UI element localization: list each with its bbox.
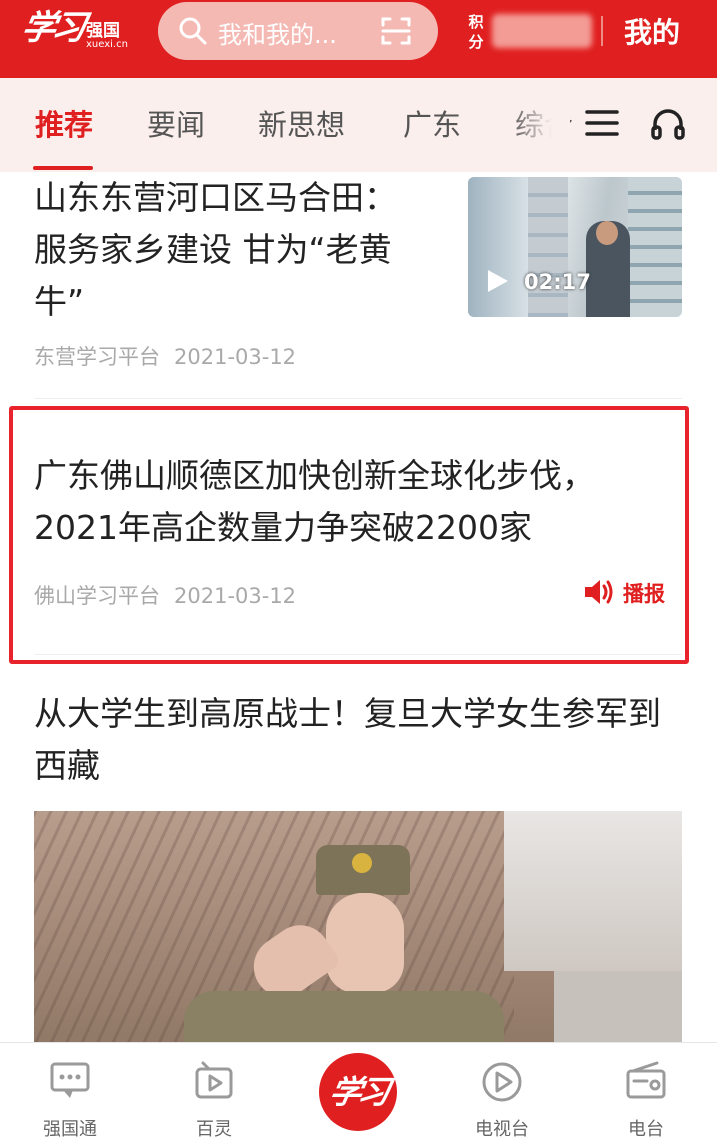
header-divider bbox=[601, 16, 603, 46]
divider bbox=[34, 398, 682, 399]
play-icon bbox=[488, 270, 508, 292]
app-logo[interactable]: 学习 强国 xuexi.cn bbox=[18, 8, 127, 50]
title-line: 从大学生到高原战士！复旦大学女生参军到 bbox=[34, 694, 661, 733]
title-line: 西藏 bbox=[34, 746, 100, 785]
article-image[interactable] bbox=[34, 811, 682, 1051]
tab-recommend[interactable]: 推荐 bbox=[35, 102, 93, 144]
logo-cn: 强国 bbox=[86, 21, 120, 41]
nav-item-tv[interactable]: 电视台 bbox=[452, 1043, 552, 1140]
title-line: 牛” bbox=[34, 282, 85, 321]
menu-icon[interactable] bbox=[585, 108, 619, 138]
nav-label: 电台 bbox=[628, 1119, 664, 1140]
nav-label: 电视台 bbox=[475, 1119, 529, 1140]
article-meta: 东营学习平台 2021-03-12 bbox=[34, 341, 310, 371]
nav-label: 百灵 bbox=[196, 1119, 232, 1140]
nav-label: 强国通 bbox=[43, 1119, 97, 1140]
xuexi-center-button[interactable]: 学习 bbox=[319, 1053, 397, 1131]
tabs-fade bbox=[510, 78, 570, 172]
chat-icon bbox=[50, 1062, 90, 1098]
radio-icon bbox=[626, 1061, 666, 1099]
search-placeholder: 我和我的... bbox=[218, 21, 337, 49]
logo-en: xuexi.cn bbox=[86, 39, 128, 50]
video-duration: 02:17 bbox=[524, 270, 591, 294]
nav-item-bailing[interactable]: 百灵 bbox=[164, 1043, 264, 1140]
logo-script: 学习 bbox=[18, 8, 86, 48]
headset-icon[interactable] bbox=[650, 106, 686, 142]
tab-news[interactable]: 要闻 bbox=[147, 102, 205, 144]
video-thumbnail[interactable] bbox=[468, 177, 682, 317]
channel-tabs: 推荐 要闻 新思想 广东 综合 bbox=[0, 78, 717, 172]
tab-guangdong[interactable]: 广东 bbox=[403, 102, 461, 144]
xuexi-logo: 学习 bbox=[326, 1073, 390, 1111]
title-line: 山东东营河口区马合田： bbox=[34, 178, 397, 217]
mine-button[interactable]: 我的 bbox=[624, 11, 680, 51]
points-label[interactable]: 积分 bbox=[466, 12, 486, 52]
top-bar: 学习 强国 xuexi.cn 我和我的... 积分 我的 bbox=[0, 0, 717, 78]
search-icon bbox=[179, 17, 207, 45]
article-title[interactable]: 山东东营河口区马合田： 服务家乡建设 甘为“老黄 牛” bbox=[34, 172, 454, 328]
title-line: 服务家乡建设 甘为“老黄 bbox=[34, 230, 392, 269]
article-date: 2021-03-12 bbox=[174, 345, 297, 369]
tab-new-thought[interactable]: 新思想 bbox=[258, 102, 345, 144]
article-source: 东营学习平台 bbox=[34, 345, 160, 369]
tab-active-indicator bbox=[33, 166, 93, 170]
article-title[interactable]: 从大学生到高原战士！复旦大学女生参军到 西藏 bbox=[34, 688, 694, 792]
search-bar[interactable]: 我和我的... bbox=[158, 2, 438, 60]
scan-icon[interactable] bbox=[380, 15, 412, 47]
bailing-icon bbox=[195, 1061, 233, 1099]
nav-item-radio[interactable]: 电台 bbox=[596, 1043, 696, 1140]
play-circle-icon bbox=[482, 1062, 522, 1102]
highlight-box bbox=[9, 406, 689, 664]
points-value-blurred[interactable] bbox=[492, 14, 592, 48]
nav-item-qiangguotong[interactable]: 强国通 bbox=[20, 1043, 120, 1140]
